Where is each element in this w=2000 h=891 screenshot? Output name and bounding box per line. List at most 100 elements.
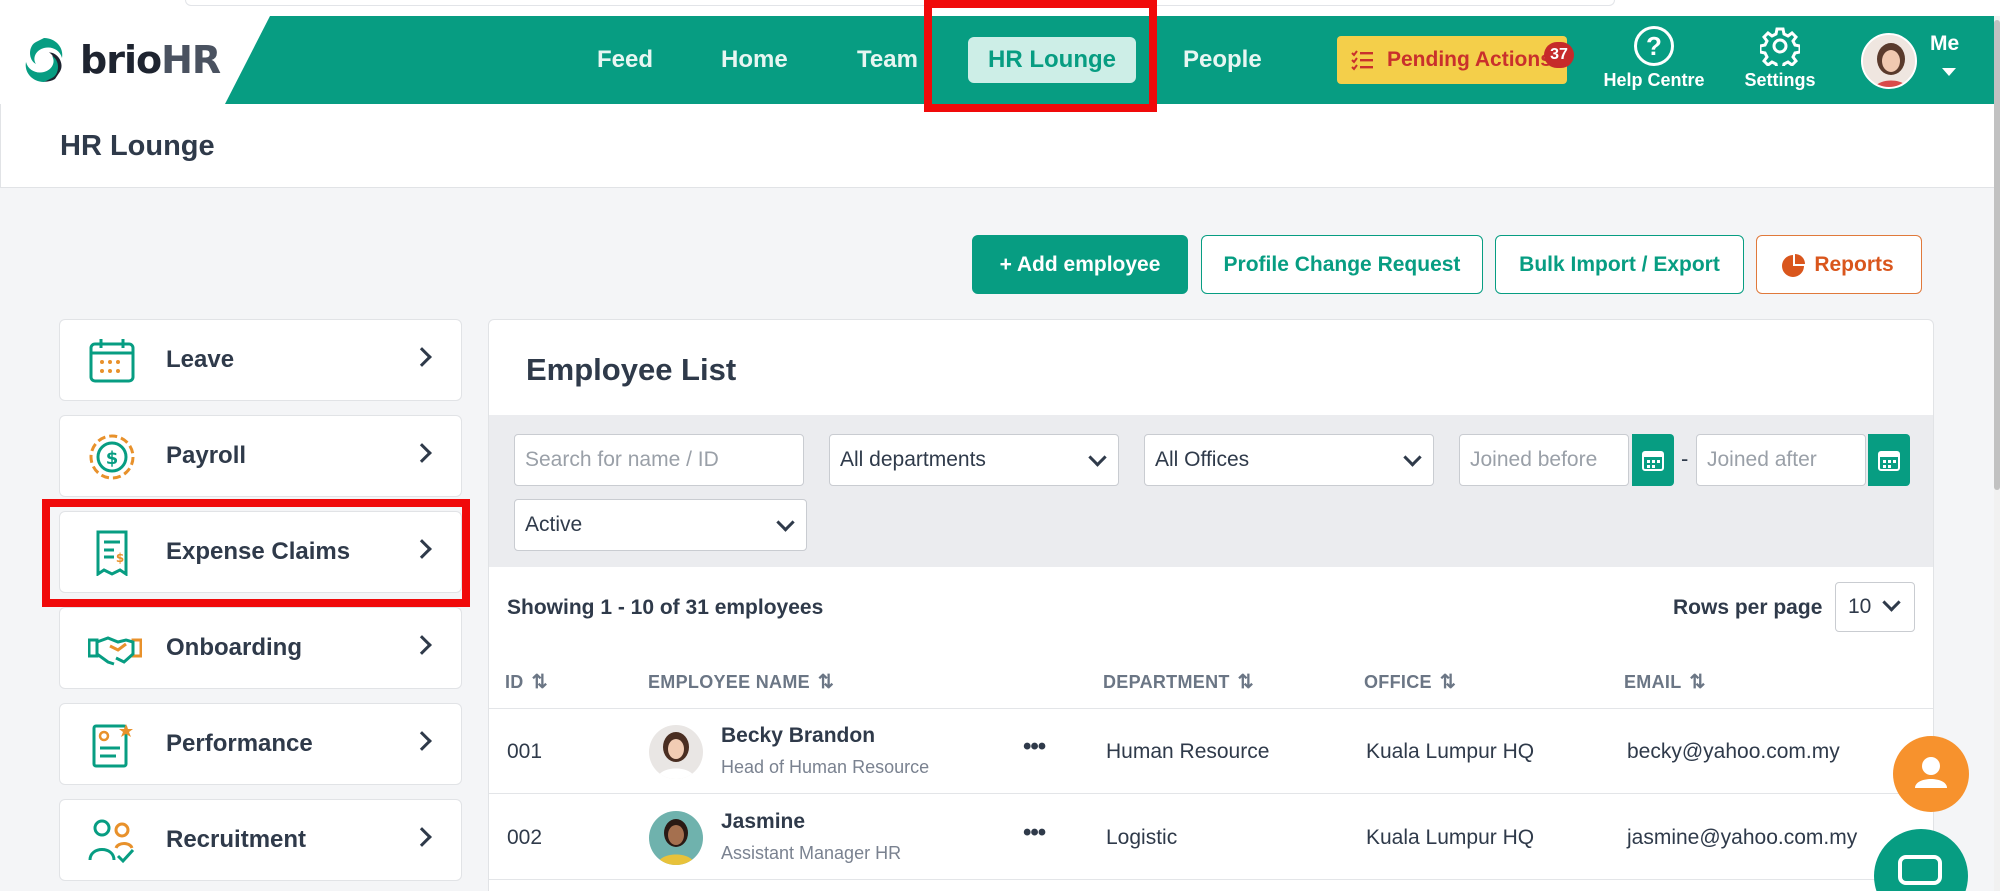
brio-logo-icon (25, 38, 63, 82)
employee-name[interactable]: Jasmine (721, 810, 805, 834)
office-select[interactable]: All Offices (1144, 434, 1434, 486)
column-header-employee-name[interactable]: EMPLOYEE NAME ⇅ (648, 671, 834, 694)
joined-before-calendar-button[interactable] (1632, 434, 1674, 486)
avatar (649, 811, 703, 865)
sidebar-item-label: Onboarding (166, 634, 302, 661)
reports-button[interactable]: Reports (1756, 235, 1922, 294)
nav-people[interactable]: People (1183, 46, 1262, 74)
pending-actions-button[interactable]: Pending Actions (1337, 36, 1567, 84)
chevron-down-icon (1403, 448, 1422, 467)
sort-icon[interactable]: ⇅ (532, 672, 548, 693)
svg-text:$: $ (106, 448, 119, 469)
page-header: HR Lounge (0, 104, 1994, 188)
employee-name[interactable]: Becky Brandon (721, 724, 875, 748)
column-header-department[interactable]: DEPARTMENT ⇅ (1103, 671, 1254, 694)
chevron-down-icon (776, 513, 795, 532)
settings-label: Settings (1744, 70, 1816, 90)
column-header-email[interactable]: EMAIL ⇅ (1624, 671, 1706, 694)
address-bar-edge (185, 0, 1615, 6)
cell-email: jasmine@yahoo.com.my (1627, 826, 1858, 849)
help-centre-button[interactable]: ? Help Centre (1598, 26, 1710, 91)
sort-icon[interactable]: ⇅ (1690, 672, 1706, 693)
chat-bubble-icon (1898, 855, 1942, 885)
sidebar-item-leave[interactable]: Leave (59, 319, 462, 401)
person-icon (1915, 757, 1947, 788)
pending-actions-label: Pending Actions (1387, 48, 1552, 71)
table-row[interactable]: 001 Becky Brandon Head of Human Resource… (489, 709, 1933, 794)
sidebar-item-label: Performance (166, 730, 313, 757)
pie-chart-icon (1782, 254, 1805, 277)
column-header-office[interactable]: OFFICE ⇅ (1364, 671, 1456, 694)
status-select-value: Active (525, 513, 583, 536)
profile-fab-button[interactable] (1893, 736, 1969, 812)
search-input[interactable]: Search for name / ID (514, 434, 804, 486)
employee-list-panel: Employee List Search for name / ID All d… (488, 319, 1934, 891)
nav-home[interactable]: Home (721, 46, 788, 74)
sidebar-item-onboarding[interactable]: Onboarding (59, 607, 462, 689)
department-select[interactable]: All departments (829, 434, 1119, 486)
cell-office: Kuala Lumpur HQ (1366, 740, 1535, 763)
calendar-icon (89, 339, 135, 383)
rows-per-page-label: Rows per page (1673, 596, 1823, 619)
table-row[interactable]: 002 Jasmine Assistant Manager HR ••• Log… (489, 795, 1933, 880)
bulk-import-export-button[interactable]: Bulk Import / Export (1495, 235, 1744, 294)
row-more-options[interactable]: ••• (1023, 733, 1046, 761)
svg-text:$: $ (116, 551, 124, 565)
avatar (649, 725, 703, 779)
performance-clipboard-icon (92, 724, 133, 768)
chevron-right-icon (412, 827, 432, 847)
scrollbar-thumb[interactable] (1994, 20, 2000, 490)
user-photo (1863, 35, 1915, 87)
brand-logo[interactable]: brioHR (0, 16, 270, 104)
rows-per-page-select[interactable]: 10 (1835, 582, 1915, 632)
row-more-options[interactable]: ••• (1023, 819, 1046, 847)
status-select[interactable]: Active (514, 499, 807, 551)
dollar-coin-icon: $ (89, 434, 135, 480)
chevron-down-icon (1088, 448, 1107, 467)
joined-after-input[interactable]: Joined after (1696, 434, 1866, 486)
joined-before-input[interactable]: Joined before (1459, 434, 1629, 486)
user-menu-label[interactable]: Me (1930, 32, 1959, 56)
cell-office: Kuala Lumpur HQ (1366, 826, 1535, 849)
user-menu-caret-icon[interactable] (1942, 68, 1956, 76)
sidebar-item-label: Payroll (166, 442, 247, 469)
column-header-id[interactable]: ID ⇅ (505, 671, 548, 694)
chevron-right-icon (412, 347, 432, 367)
add-employee-button[interactable]: + Add employee (972, 235, 1188, 294)
settings-button[interactable]: Settings (1720, 26, 1840, 91)
page-title: HR Lounge (60, 130, 215, 162)
rows-per-page-value: 10 (1848, 595, 1872, 618)
user-avatar[interactable] (1861, 33, 1917, 89)
handshake-icon (88, 636, 142, 666)
question-mark-icon: ? (1634, 26, 1674, 66)
sidebar-item-label: Expense Claims (166, 538, 351, 565)
filter-bar: Search for name / ID All departments All… (489, 415, 1933, 567)
sort-icon[interactable]: ⇅ (818, 672, 834, 693)
cell-department: Human Resource (1106, 740, 1270, 763)
profile-change-request-button[interactable]: Profile Change Request (1201, 235, 1483, 294)
sidebar-item-expense-claims[interactable]: $ Expense Claims (59, 511, 462, 593)
chevron-right-icon (412, 635, 432, 655)
chevron-down-icon (1882, 593, 1901, 612)
pagination-summary: Showing 1 - 10 of 31 employees (507, 596, 824, 619)
sidebar-item-recruitment[interactable]: Recruitment (59, 799, 462, 881)
nav-hr-lounge[interactable]: HR Lounge (968, 37, 1136, 83)
pending-count-badge: 37 (1544, 42, 1574, 68)
joined-after-calendar-button[interactable] (1868, 434, 1910, 486)
nav-feed[interactable]: Feed (597, 46, 653, 74)
sort-icon[interactable]: ⇅ (1238, 672, 1254, 693)
employee-title: Head of Human Resource (721, 757, 930, 777)
receipt-icon: $ (96, 530, 128, 576)
page-scrollbar[interactable] (1994, 16, 2000, 891)
sidebar-item-payroll[interactable]: $ Payroll (59, 415, 462, 497)
chevron-right-icon (412, 443, 432, 463)
recruitment-people-icon (88, 819, 135, 864)
chevron-right-icon (412, 539, 432, 559)
checklist-icon (1351, 50, 1373, 71)
employee-title: Assistant Manager HR (721, 843, 902, 863)
cell-id: 001 (507, 740, 543, 763)
sidebar-item-performance[interactable]: Performance (59, 703, 462, 785)
sort-icon[interactable]: ⇅ (1440, 672, 1456, 693)
cell-id: 002 (507, 826, 543, 849)
nav-team[interactable]: Team (857, 46, 918, 74)
